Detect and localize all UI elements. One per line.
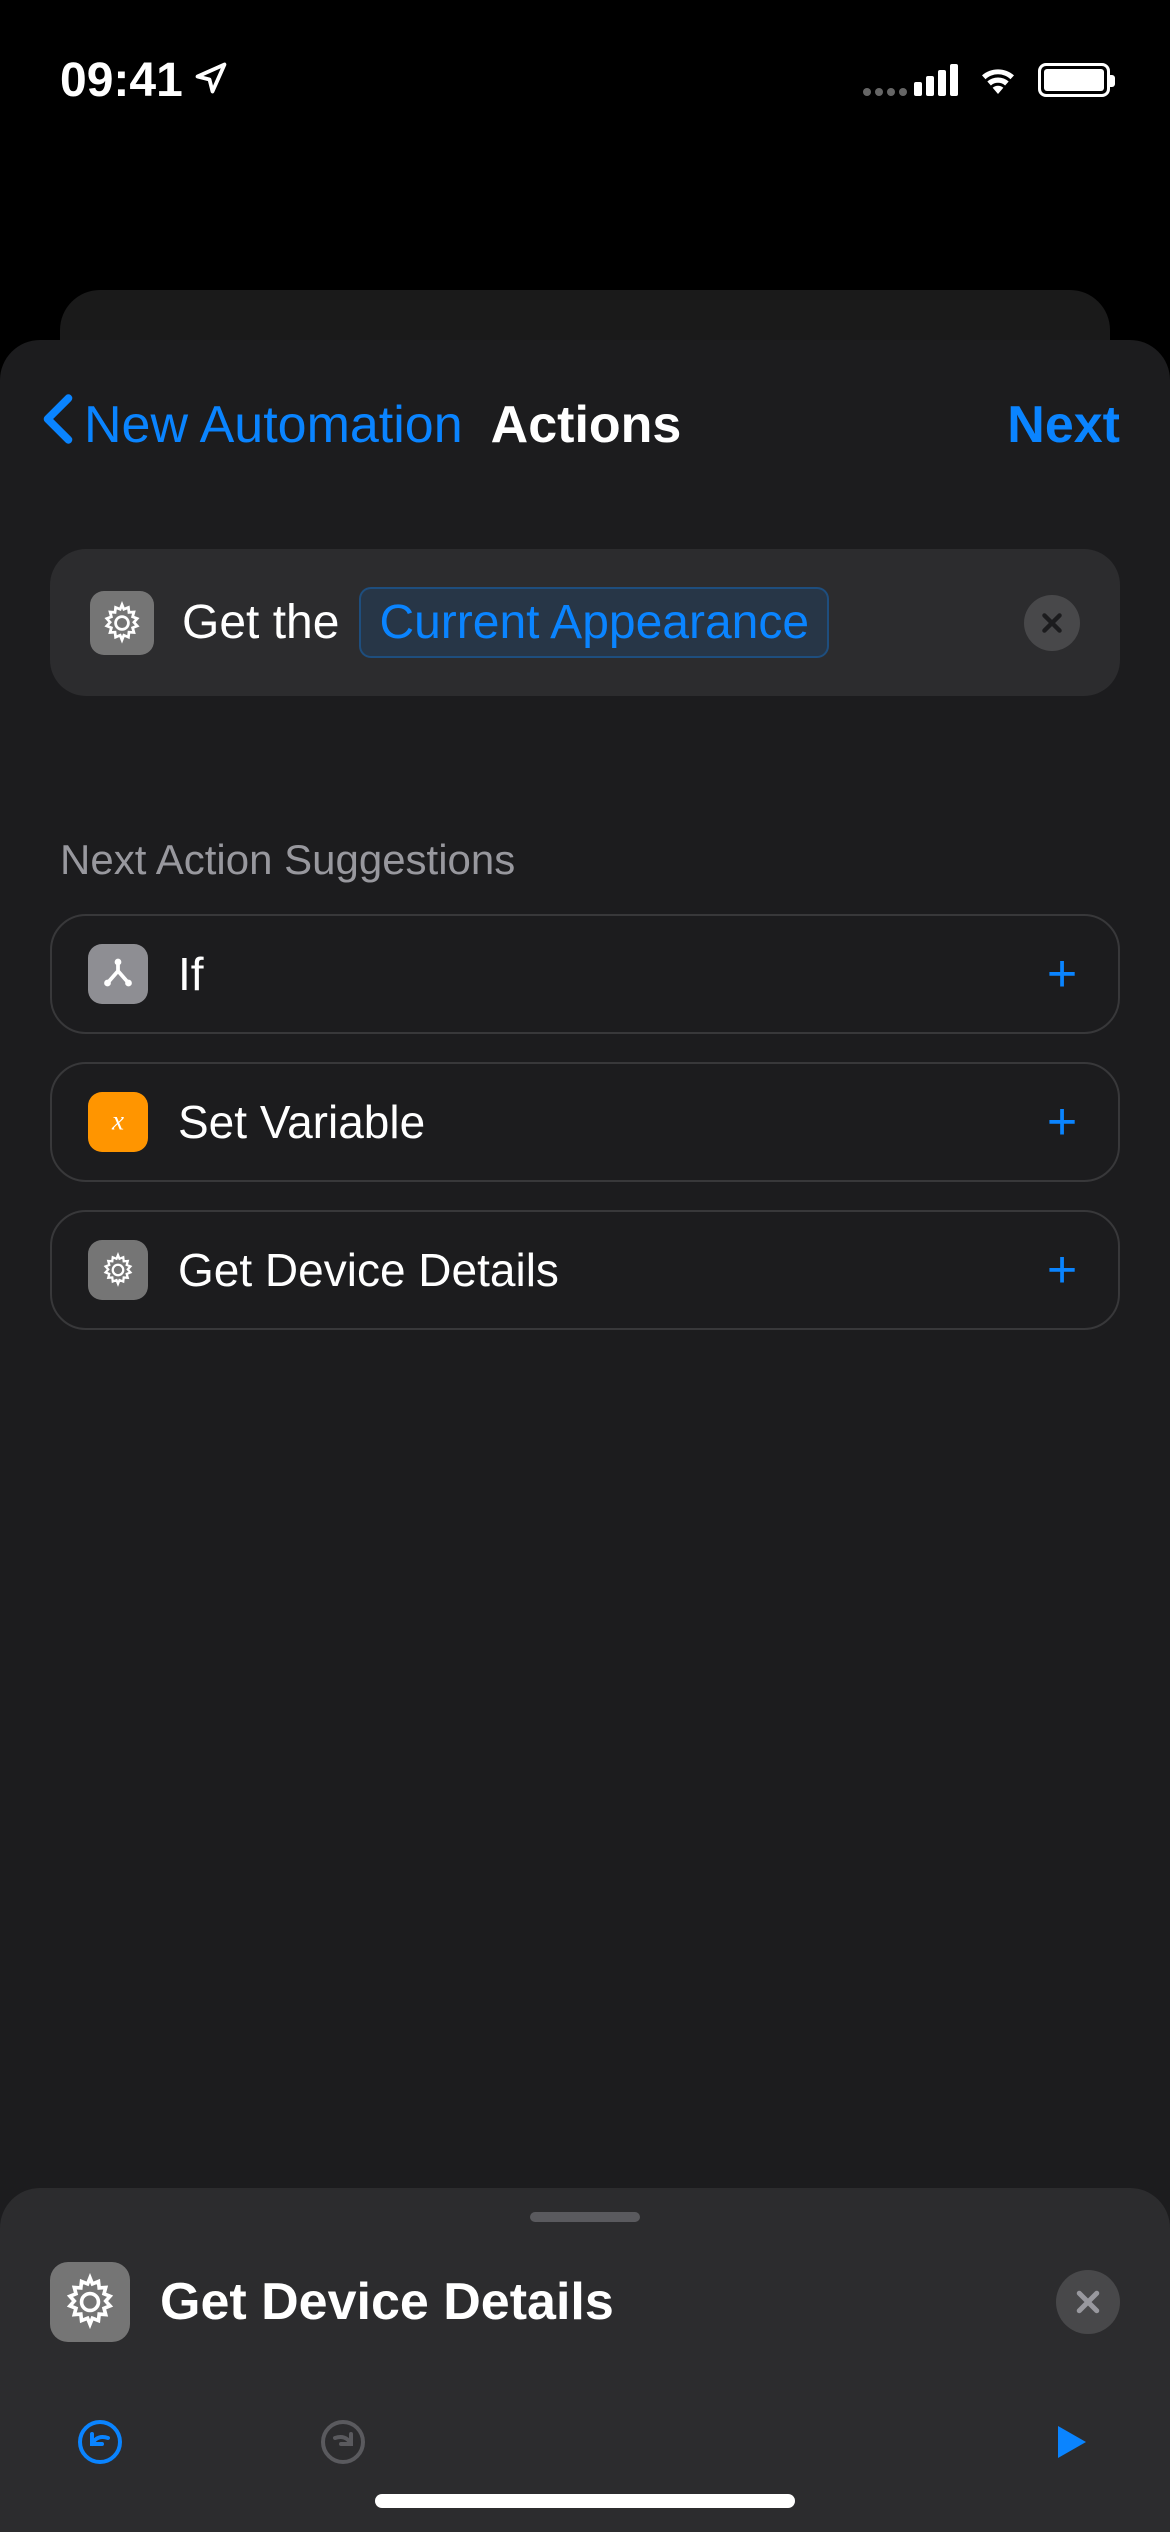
- gear-icon: [50, 2262, 130, 2342]
- undo-button[interactable]: [70, 2412, 130, 2472]
- cellular-signal-icon: [863, 64, 958, 96]
- nav-back-label: New Automation: [84, 395, 463, 455]
- branch-icon: [88, 944, 148, 1004]
- battery-icon: [1038, 63, 1110, 97]
- action-prefix: Get the: [182, 595, 339, 650]
- clear-search-button[interactable]: [1056, 2270, 1120, 2334]
- suggestion-label: Get Device Details: [178, 1243, 1012, 1297]
- gear-icon: [90, 591, 154, 655]
- spacer: [555, 2412, 615, 2472]
- suggestions-header: Next Action Suggestions: [60, 836, 1110, 884]
- navigation-bar: New Automation Actions Next: [0, 340, 1170, 499]
- suggestion-label: If: [178, 947, 1012, 1001]
- main-sheet: New Automation Actions Next Get the Curr…: [0, 340, 1170, 2532]
- suggestion-item-set-variable[interactable]: x Set Variable +: [50, 1062, 1120, 1182]
- add-suggestion-button[interactable]: +: [1042, 944, 1082, 1004]
- location-arrow-icon: [193, 53, 229, 108]
- search-text[interactable]: Get Device Details: [160, 2272, 1026, 2332]
- wifi-icon: [976, 62, 1020, 99]
- nav-back-group[interactable]: New Automation Actions: [40, 390, 681, 459]
- add-suggestion-button[interactable]: +: [1042, 1240, 1082, 1300]
- svg-text:x: x: [111, 1106, 124, 1136]
- suggestion-label: Set Variable: [178, 1095, 1012, 1149]
- action-card[interactable]: Get the Current Appearance: [50, 549, 1120, 696]
- status-time: 09:41: [60, 53, 183, 108]
- action-text: Get the Current Appearance: [182, 587, 996, 658]
- search-row: Get Device Details: [0, 2222, 1170, 2382]
- suggestion-item-get-device-details[interactable]: Get Device Details +: [50, 1210, 1120, 1330]
- suggestion-item-if[interactable]: If +: [50, 914, 1120, 1034]
- drag-handle[interactable]: [530, 2212, 640, 2222]
- action-parameter[interactable]: Current Appearance: [359, 587, 829, 658]
- play-button[interactable]: [1040, 2412, 1100, 2472]
- chevron-left-icon: [40, 390, 76, 459]
- status-bar: 09:41: [0, 0, 1170, 140]
- gear-icon: [88, 1240, 148, 1300]
- delete-action-button[interactable]: [1024, 595, 1080, 651]
- variable-icon: x: [88, 1092, 148, 1152]
- status-indicators: [863, 62, 1110, 99]
- toolbar: [0, 2382, 1170, 2532]
- suggestion-list: If + x Set Variable + Get Device Details…: [50, 914, 1120, 1330]
- spacer: [798, 2412, 858, 2472]
- next-button[interactable]: Next: [1007, 395, 1120, 455]
- nav-title: Actions: [491, 395, 682, 455]
- redo-button[interactable]: [313, 2412, 373, 2472]
- status-time-group: 09:41: [60, 53, 229, 108]
- home-indicator[interactable]: [375, 2494, 795, 2508]
- add-suggestion-button[interactable]: +: [1042, 1092, 1082, 1152]
- bottom-search-panel[interactable]: Get Device Details: [0, 2188, 1170, 2532]
